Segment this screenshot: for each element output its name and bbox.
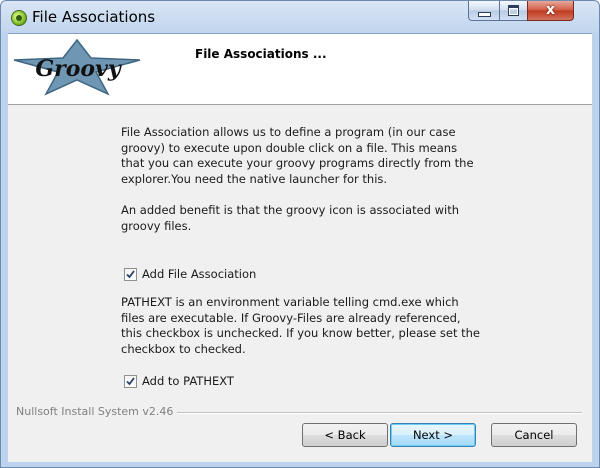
- checkmark-icon: [126, 376, 135, 385]
- dialog-client-area: Groovy File Associations ... File Associ…: [8, 33, 592, 462]
- logo-text: Groovy: [35, 56, 123, 82]
- cancel-button[interactable]: Cancel: [491, 423, 577, 447]
- add-file-association-checkbox[interactable]: Add File Association: [124, 267, 256, 281]
- maximize-button[interactable]: [499, 1, 528, 21]
- title-bar[interactable]: File Associations x: [1, 1, 599, 33]
- page-title: File Associations ...: [195, 47, 327, 61]
- pathext-description: PATHEXT is an environment variable telli…: [121, 295, 480, 356]
- maximize-icon: [508, 5, 519, 16]
- branding-text: Nullsoft Install System v2.46: [16, 405, 178, 418]
- close-icon: x: [545, 2, 556, 18]
- back-button[interactable]: < Back: [302, 423, 388, 447]
- page-header: Groovy File Associations ...: [8, 34, 592, 105]
- minimize-button[interactable]: [468, 1, 500, 21]
- checkmark-icon: [126, 269, 135, 278]
- checkbox-label: Add to PATHEXT: [142, 374, 234, 388]
- checkbox-box[interactable]: [124, 267, 137, 281]
- checkbox-box[interactable]: [124, 374, 137, 388]
- installer-window: File Associations x Groovy File Associat…: [0, 0, 600, 468]
- close-button[interactable]: x: [527, 1, 574, 21]
- next-button[interactable]: Next >: [390, 423, 476, 447]
- window-title: File Associations: [32, 8, 156, 26]
- minimize-icon: [478, 12, 491, 17]
- groovy-logo: Groovy: [13, 38, 141, 96]
- add-to-pathext-checkbox[interactable]: Add to PATHEXT: [124, 374, 234, 388]
- icon-benefit-description: An added benefit is that the groovy icon…: [121, 203, 460, 233]
- file-association-description: File Association allows us to define a p…: [121, 125, 474, 186]
- checkbox-label: Add File Association: [142, 267, 257, 281]
- branding-separator: Nullsoft Install System v2.46: [16, 405, 582, 419]
- app-icon: [11, 10, 27, 26]
